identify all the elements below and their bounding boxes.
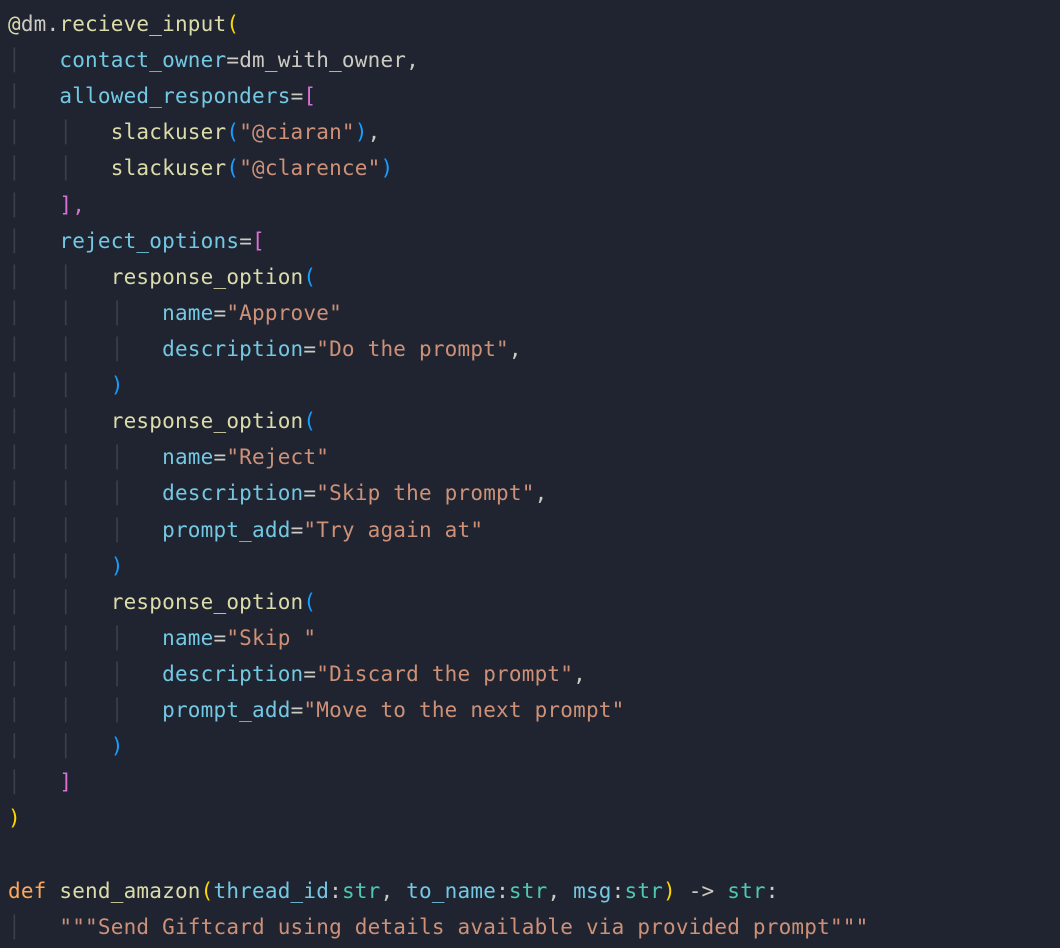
func-slackuser: slackuser <box>111 120 227 144</box>
close-bracket: ] <box>59 770 72 794</box>
code-line: │ │ │ name="Reject" <box>8 439 1052 475</box>
code-line: def send_amazon(thread_id:str, to_name:s… <box>8 873 1052 909</box>
code-line: ) <box>8 800 1052 836</box>
param-reject-options: reject_options <box>59 229 239 253</box>
func-slackuser: slackuser <box>111 156 227 180</box>
return-type: str <box>727 879 766 903</box>
func-response-option: response_option <box>111 265 304 289</box>
code-line: │ │ │ name="Approve" <box>8 295 1052 331</box>
function-name: send_amazon <box>59 879 200 903</box>
code-line: │ ], <box>8 187 1052 223</box>
param-allowed-responders: allowed_responders <box>59 84 290 108</box>
code-line: @dm.recieve_input( <box>8 6 1052 42</box>
type-annotation: str <box>509 879 548 903</box>
code-line: │ │ slackuser("@clarence") <box>8 150 1052 186</box>
code-line: │ allowed_responders=[ <box>8 78 1052 114</box>
code-line: │ """Send Giftcard using details availab… <box>8 909 1052 945</box>
code-editor[interactable]: @dm.recieve_input( │ contact_owner=dm_wi… <box>8 6 1052 945</box>
code-line: │ │ │ description="Do the prompt", <box>8 331 1052 367</box>
type-annotation: str <box>342 879 381 903</box>
code-line: │ contact_owner=dm_with_owner, <box>8 42 1052 78</box>
code-line: │ │ response_option( <box>8 403 1052 439</box>
blank-line <box>8 837 1052 873</box>
close-paren: ) <box>8 806 21 830</box>
string-literal: "@ciaran" <box>239 120 355 144</box>
code-line: │ │ │ prompt_add="Try again at" <box>8 512 1052 548</box>
open-bracket: [ <box>303 84 316 108</box>
code-line: │ │ response_option( <box>8 584 1052 620</box>
code-line: │ │ │ prompt_add="Move to the next promp… <box>8 692 1052 728</box>
open-bracket: [ <box>252 229 265 253</box>
keyword-def: def <box>8 879 47 903</box>
decorator-method: recieve_input <box>59 12 226 36</box>
type-annotation: str <box>625 879 664 903</box>
code-line: │ │ │ description="Discard the prompt", <box>8 656 1052 692</box>
close-bracket: ], <box>59 193 85 217</box>
code-line: │ │ slackuser("@ciaran"), <box>8 114 1052 150</box>
open-paren: ( <box>226 12 239 36</box>
decorator-module: dm <box>21 12 47 36</box>
code-line: │ reject_options=[ <box>8 223 1052 259</box>
docstring: """Send Giftcard using details available… <box>59 915 868 939</box>
code-line: │ │ ) <box>8 367 1052 403</box>
func-response-option: response_option <box>111 590 304 614</box>
decorator-at: @ <box>8 12 21 36</box>
code-line: │ │ ) <box>8 728 1052 764</box>
code-line: │ │ │ name="Skip " <box>8 620 1052 656</box>
string-literal: "@clarence" <box>239 156 380 180</box>
code-line: │ │ response_option( <box>8 259 1052 295</box>
code-line: │ │ │ description="Skip the prompt", <box>8 475 1052 511</box>
code-line: │ ] <box>8 764 1052 800</box>
param-contact-owner: contact_owner <box>59 48 226 72</box>
code-line: │ │ ) <box>8 548 1052 584</box>
func-response-option: response_option <box>111 409 304 433</box>
